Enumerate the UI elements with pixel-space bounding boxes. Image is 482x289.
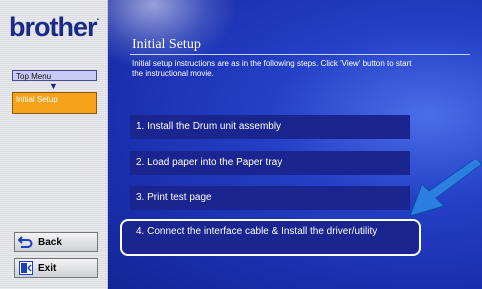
brother-logo: brother. (9, 12, 99, 42)
step-load-paper[interactable]: 2. Load paper into the Paper tray (130, 151, 410, 175)
sidebar: brother. Top Menu ▼ Initial Setup Back E… (0, 0, 108, 289)
step-install-drum[interactable]: 1. Install the Drum unit assembly (130, 115, 410, 139)
pointer-arrow-icon (409, 160, 482, 217)
main-panel: Initial Setup Initial setup instructions… (108, 0, 482, 289)
down-arrow-icon: ▼ (49, 81, 58, 91)
step-connect-cable[interactable]: 4. Connect the interface cable & Install… (120, 219, 421, 256)
back-arrow-icon (18, 235, 33, 249)
top-menu-link[interactable]: Top Menu (12, 70, 97, 81)
exit-label: Exit (38, 262, 57, 274)
nav-current-initial-setup: Initial Setup (12, 92, 97, 114)
title-divider (130, 54, 470, 55)
exit-door-icon (18, 261, 33, 275)
exit-button[interactable]: Exit (14, 258, 98, 278)
back-button[interactable]: Back (14, 232, 98, 252)
step-print-test[interactable]: 3. Print test page (130, 186, 410, 210)
intro-text: Initial setup instructions are as in the… (132, 59, 412, 78)
page-title: Initial Setup (132, 37, 201, 52)
back-label: Back (38, 236, 62, 248)
